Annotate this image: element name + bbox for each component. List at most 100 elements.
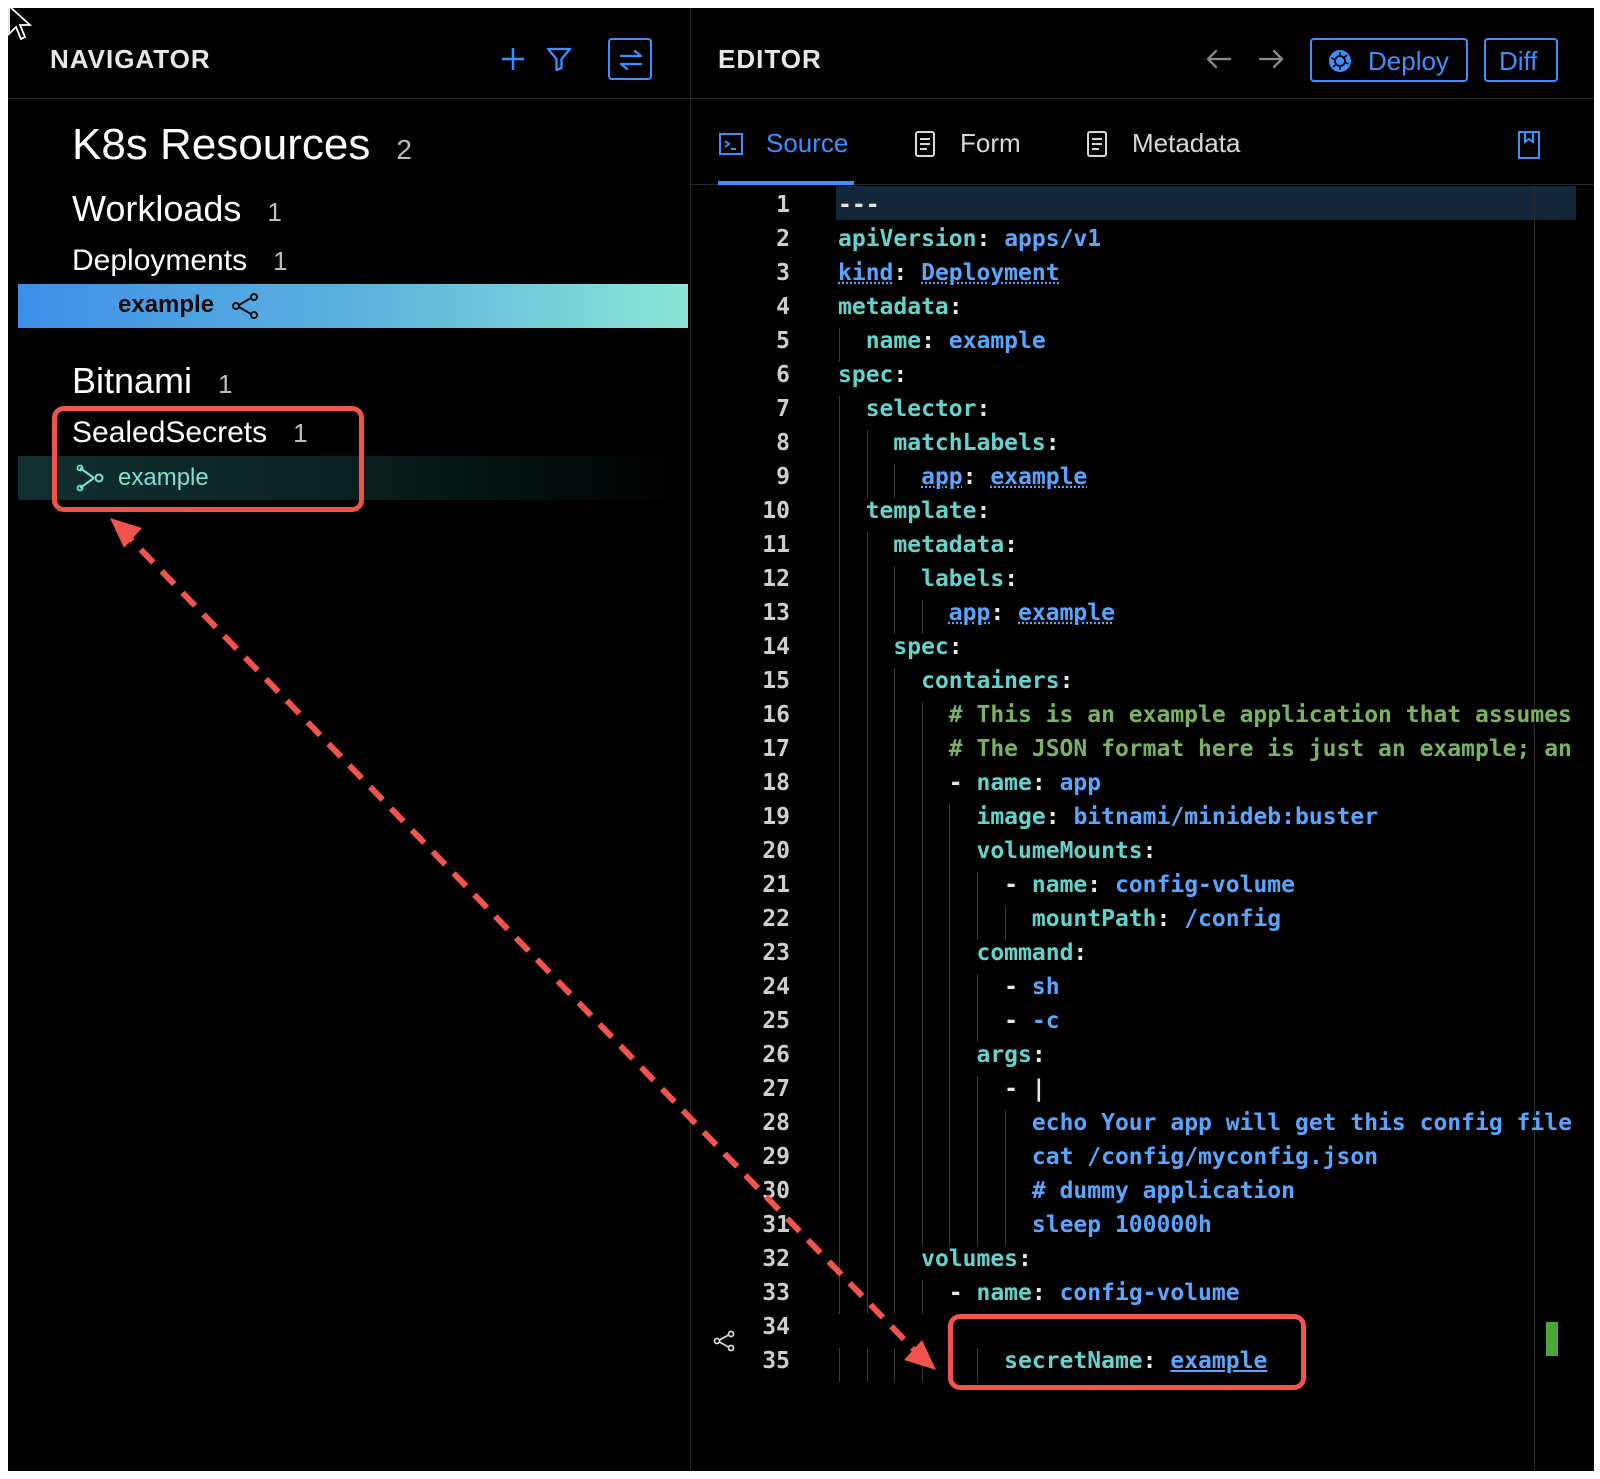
- resource-item-deployment-example[interactable]: example: [18, 284, 688, 328]
- line-number: 10: [762, 498, 790, 524]
- forward-arrow-icon[interactable]: [1256, 46, 1286, 72]
- diff-button[interactable]: Diff: [1484, 38, 1558, 82]
- indent-guide: [1004, 1178, 1006, 1212]
- code-token: :: [1031, 1280, 1060, 1306]
- indent-guide: [949, 872, 951, 906]
- section-k8s-resources[interactable]: K8s Resources 2: [72, 120, 412, 170]
- code-editor[interactable]: 1 --- 2 apiVersion: apps/v1 3 kind: Deploymen…: [690, 186, 1594, 1471]
- code-token: name: [1031, 872, 1088, 898]
- indent-guide: [866, 974, 868, 1008]
- code-line[interactable]: 24 - sh: [690, 974, 1594, 1008]
- indent-guide: [839, 940, 840, 974]
- code-token: -c: [1031, 1008, 1060, 1034]
- filter-icon[interactable]: [544, 44, 574, 74]
- code-line[interactable]: 9 app: example: [690, 464, 1594, 498]
- code-token: volumeMounts: [976, 838, 1143, 864]
- indent-guide: [839, 1008, 840, 1042]
- code-line[interactable]: 25 - -c: [690, 1008, 1594, 1042]
- add-icon[interactable]: [498, 44, 528, 74]
- code-line[interactable]: 11 metadata:: [690, 532, 1594, 566]
- line-number: 15: [762, 668, 790, 694]
- indent-guide: [866, 1144, 868, 1178]
- line-text: metadata:: [838, 532, 1018, 558]
- indent-guide: [894, 1008, 896, 1042]
- code-line[interactable]: 32 volumes:: [690, 1246, 1594, 1280]
- kind-deployments[interactable]: Deployments 1: [72, 244, 288, 278]
- editor-header: EDITOR Deploy Diff: [690, 8, 1594, 99]
- line-number: 5: [776, 328, 790, 354]
- code-line[interactable]: 19 image: bitnami/minideb:buster: [690, 804, 1594, 838]
- line-text: apiVersion: apps/v1: [838, 226, 1101, 252]
- indent-guide: [894, 1076, 896, 1110]
- code-token: :: [948, 294, 963, 320]
- code-line[interactable]: 28 echo Your app will get this config fi…: [690, 1110, 1594, 1144]
- code-token: # The JSON format here is just an exampl…: [948, 736, 1572, 762]
- code-line[interactable]: 22 mountPath: /config: [690, 906, 1594, 940]
- code-line[interactable]: 12 labels:: [690, 566, 1594, 600]
- code-line[interactable]: 30 # dummy application: [690, 1178, 1594, 1212]
- indent-guide: [949, 1212, 951, 1246]
- indent-guide: [866, 634, 868, 668]
- code-line[interactable]: 18 - name: app: [690, 770, 1594, 804]
- line-number: 29: [762, 1144, 790, 1170]
- code-line[interactable]: 26 args:: [690, 1042, 1594, 1076]
- code-line[interactable]: 3 kind: Deployment: [690, 260, 1594, 294]
- code-line[interactable]: 16 # This is an example application that…: [690, 702, 1594, 736]
- group-bitnami[interactable]: Bitnami 1: [72, 360, 233, 402]
- collapse-toggle-button[interactable]: [608, 38, 652, 80]
- indent-guide: [921, 974, 923, 1008]
- code-line[interactable]: 20 volumeMounts:: [690, 838, 1594, 872]
- code-token: cat /config/myconfig.json: [1031, 1144, 1379, 1170]
- code-line[interactable]: 27 - |: [690, 1076, 1594, 1110]
- deploy-button[interactable]: Deploy: [1310, 38, 1468, 82]
- code-token: :: [976, 498, 991, 524]
- group-workloads[interactable]: Workloads 1: [72, 188, 282, 230]
- code-line[interactable]: 17 # The JSON format here is just an exa…: [690, 736, 1594, 770]
- code-line[interactable]: 8 matchLabels:: [690, 430, 1594, 464]
- line-number: 34: [762, 1314, 790, 1340]
- back-arrow-icon[interactable]: [1204, 46, 1234, 72]
- code-token: bitnami/minideb:buster: [1073, 804, 1379, 830]
- code-line[interactable]: 31 sleep 100000h: [690, 1212, 1594, 1246]
- code-line[interactable]: 1 ---: [690, 192, 1594, 226]
- code-token: mountPath: [1031, 906, 1157, 932]
- indent-guide: [921, 1178, 923, 1212]
- indent-guide: [839, 1212, 840, 1246]
- indent-guide: [839, 872, 840, 906]
- line-text: - name: config-volume: [838, 1280, 1240, 1306]
- code-line[interactable]: 33 - name: config-volume: [690, 1280, 1594, 1314]
- indent-guide: [839, 804, 840, 838]
- line-text: command:: [838, 940, 1087, 966]
- code-line[interactable]: 4 metadata:: [690, 294, 1594, 328]
- indent-guide: [921, 1110, 923, 1144]
- line-text: metadata:: [838, 294, 963, 320]
- code-line[interactable]: 14 spec:: [690, 634, 1594, 668]
- code-line[interactable]: 7 selector:: [690, 396, 1594, 430]
- line-text: - name: config-volume: [838, 872, 1295, 898]
- code-line[interactable]: 29 cat /config/myconfig.json: [690, 1144, 1594, 1178]
- code-line[interactable]: 15 containers:: [690, 668, 1594, 702]
- indent-guide: [894, 1348, 896, 1382]
- line-number: 21: [762, 872, 790, 898]
- indent-guide: [866, 736, 868, 770]
- indent-guide: [866, 1008, 868, 1042]
- line-text: labels:: [838, 566, 1018, 592]
- code-line[interactable]: 6 spec:: [690, 362, 1594, 396]
- code-line[interactable]: 13 app: example: [690, 600, 1594, 634]
- indent-guide: [839, 396, 840, 430]
- indent-guide: [894, 668, 896, 702]
- bookmark-icon[interactable]: [1516, 130, 1542, 160]
- code-line[interactable]: 10 template:: [690, 498, 1594, 532]
- code-line[interactable]: 23 command:: [690, 940, 1594, 974]
- code-token: spec: [838, 362, 894, 388]
- code-line[interactable]: 2 apiVersion: apps/v1: [690, 226, 1594, 260]
- line-text: # The JSON format here is just an exampl…: [838, 736, 1572, 762]
- indent-guide: [894, 464, 896, 498]
- line-text: app: example: [838, 600, 1115, 626]
- code-line[interactable]: 21 - name: config-volume: [690, 872, 1594, 906]
- code-line[interactable]: 5 name: example: [690, 328, 1594, 362]
- line-text: kind: Deployment: [838, 260, 1060, 286]
